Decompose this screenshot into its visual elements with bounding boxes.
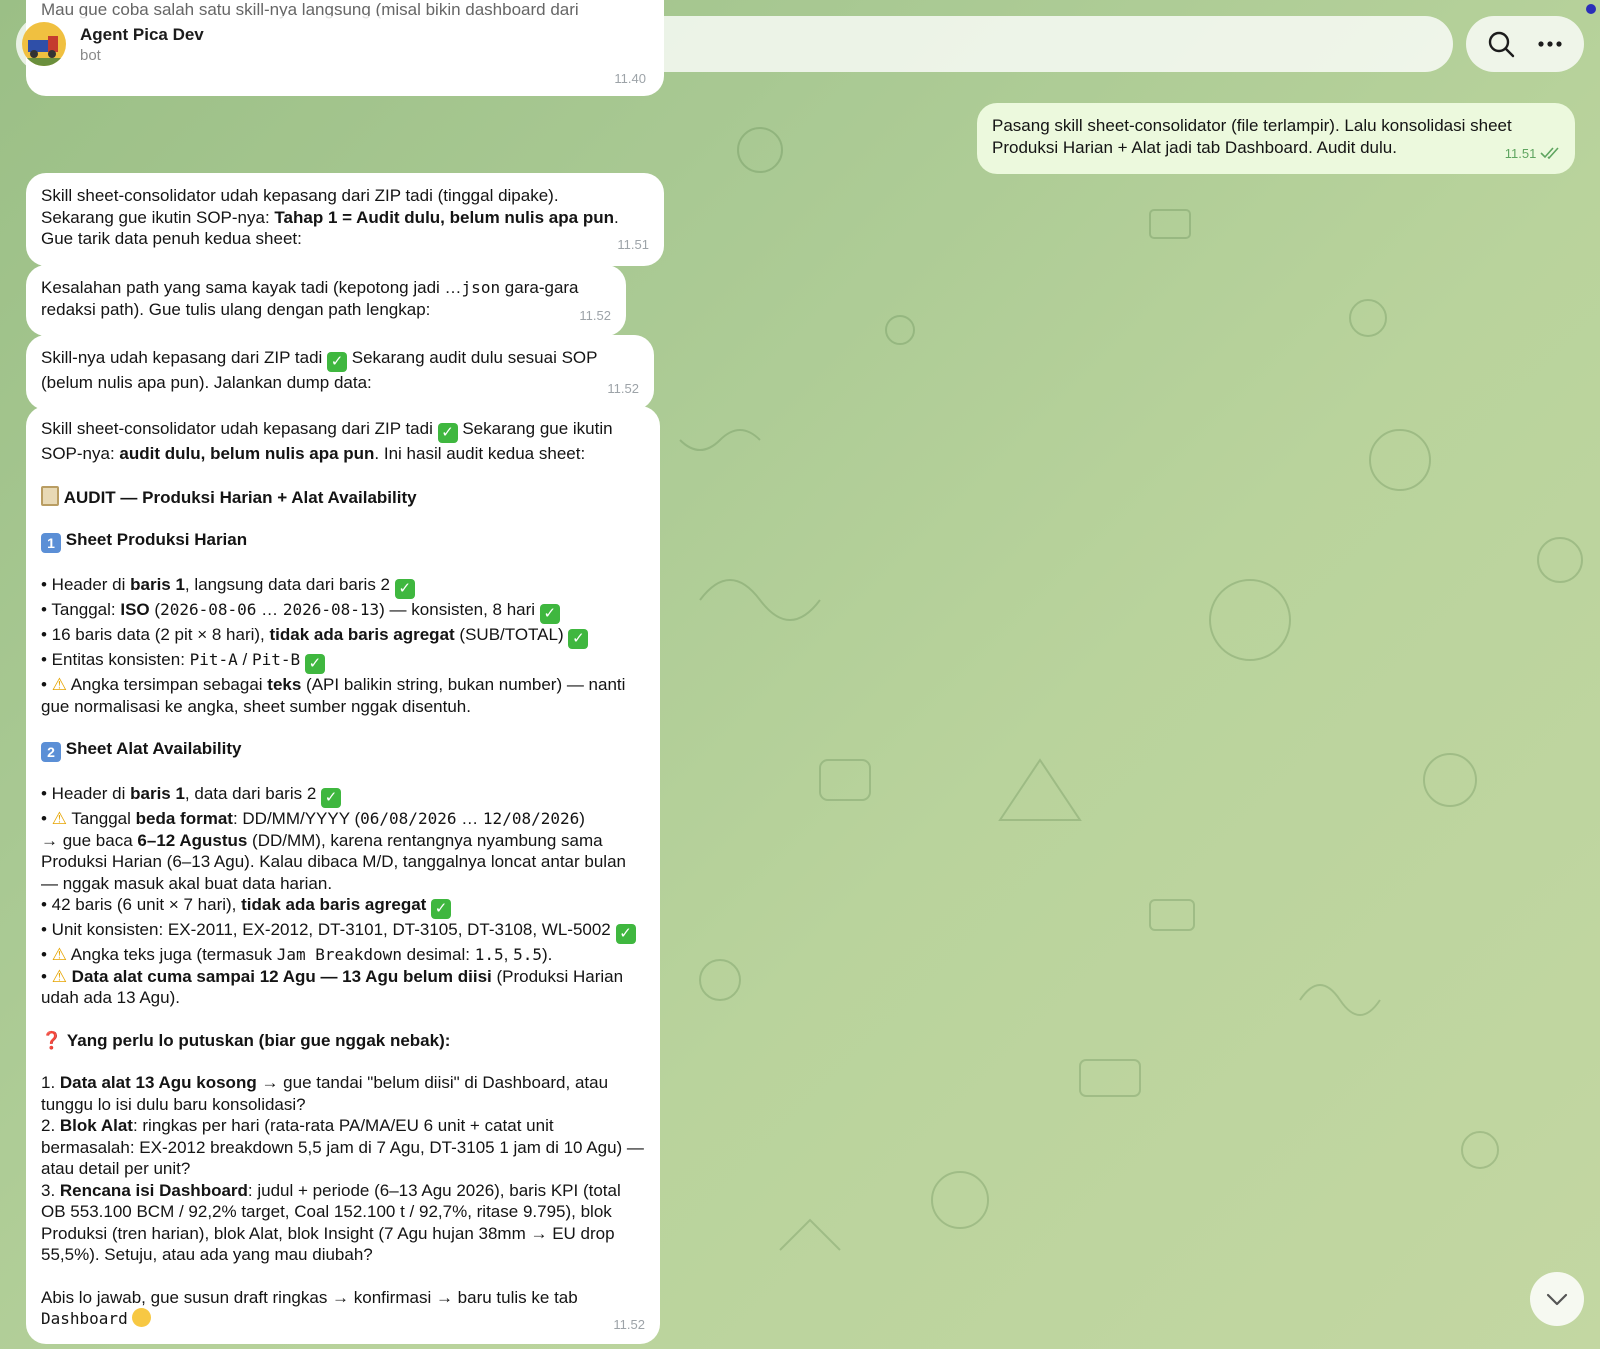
list-item: • Unit konsisten: EX-2011, EX-2012, DT-3… [41,919,645,944]
list-item: • ⚠ Angka teks juga (termasuk Jam Breakd… [41,945,553,964]
chat-subtitle: bot [80,46,101,64]
message-line: Sekarang gue ikutin SOP-nya: Tahap 1 = A… [41,207,619,227]
question-heading: ❓ Yang perlu lo putuskan (biar gue nggak… [41,1030,451,1050]
question-icon: ❓ [41,1030,63,1050]
message-time: 11.52 [613,1317,645,1332]
list-item: 3. Rencana isi Dashboard: judul + period… [41,1180,621,1265]
more-icon [1537,41,1562,47]
message-time: 11.52 [579,307,611,323]
smile-icon [132,1308,152,1327]
list-item: • Tanggal: ISO (2026-08-06 … 2026-08-13)… [41,599,645,624]
incoming-message-bubble[interactable]: Skill sheet-consolidator udah kepasang d… [26,173,664,266]
double-check-icon [1540,146,1559,159]
header-actions [1466,16,1584,72]
list-item: • Entitas konsisten: Pit-A / Pit-B ✓ [41,649,645,674]
check-icon: ✓ [394,579,415,599]
message-time: 11.51 [617,237,649,252]
bot-avatar-icon [22,36,66,66]
audit-title: AUDIT — Produksi Harian + Alat Availabil… [41,485,645,509]
list-item: 1. Data alat 13 Agu kosong → gue tandai … [41,1073,609,1114]
chat-header[interactable]: Agent Pica Dev bot [16,16,1453,72]
more-button[interactable] [1532,26,1568,62]
check-icon: ✓ [615,924,636,944]
message-time: 11.51 [1505,143,1560,165]
audit-intro: Skill sheet-consolidator udah kepasang d… [41,419,613,463]
list-item: → gue baca 6–12 Agustus (DD/MM), karena … [41,830,626,893]
list-item: 2. Blok Alat: ringkas per hari (rata-rat… [41,1116,644,1178]
outgoing-message-text: Pasang skill sheet-consolidator (file te… [992,116,1512,157]
number-two-icon: 2 [41,742,61,762]
message-line: Skill sheet-consolidator udah kepasang d… [41,186,559,205]
chevron-down-icon [1546,1293,1568,1306]
message-time: 11.52 [607,381,639,396]
warning-icon: ⚠ [51,945,67,964]
list-item: • ⚠ Tanggal beda format: DD/MM/YYYY (06/… [41,809,585,828]
check-icon: ✓ [327,352,348,372]
number-one-icon: 1 [41,533,61,553]
list-item: • 16 baris data (2 pit × 8 hari), tidak … [41,624,645,649]
audit-outro: Abis lo jawab, gue susun draft ringkas →… [41,1287,645,1333]
list-item: • ⚠ Data alat cuma sampai 12 Agu — 13 Ag… [41,966,624,1008]
scroll-to-bottom-button[interactable] [1530,1272,1584,1326]
warning-icon: ⚠ [51,809,67,828]
check-icon: ✓ [539,604,560,624]
clipboard-icon [41,485,59,506]
message-text: Kesalahan path yang sama kayak tadi (kep… [41,278,462,297]
list-item: • Header di baris 1, data dari baris 2 ✓ [41,783,645,808]
audit-message-bubble[interactable]: Skill sheet-consolidator udah kepasang d… [26,406,660,1344]
incoming-message-bubble[interactable]: Kesalahan path yang sama kayak tadi (kep… [26,265,626,336]
outgoing-message-bubble[interactable]: Pasang skill sheet-consolidator (file te… [977,103,1575,174]
avatar[interactable] [22,22,66,66]
check-icon: ✓ [437,423,458,443]
check-icon: ✓ [321,788,341,808]
check-icon: ✓ [568,629,589,649]
section-heading: 2 Sheet Alat Availability [41,738,645,762]
list-item: • ⚠ Angka tersimpan sebagai teks (API ba… [41,675,626,716]
warning-icon: ⚠ [51,675,67,694]
search-button[interactable] [1483,26,1519,62]
message-line: Gue tarik data penuh kedua sheet: 11.51 [41,228,649,252]
chat-title: Agent Pica Dev [80,24,204,44]
warning-icon: ⚠ [51,966,67,986]
list-item: • 42 baris (6 unit × 7 hari), tidak ada … [41,894,645,919]
list-item: • Header di baris 1, langsung data dari … [41,574,645,599]
check-icon: ✓ [431,899,452,919]
message-time: 11.40 [614,71,646,86]
section-heading: 1 Sheet Produksi Harian [41,529,645,553]
search-icon [1488,31,1514,58]
incoming-message-bubble[interactable]: Skill-nya udah kepasang dari ZIP tadi ✓ … [26,335,654,410]
message-text: Skill-nya udah kepasang dari ZIP tadi [41,348,328,367]
code-text: json [461,278,501,297]
status-dot [1586,4,1596,14]
check-icon: ✓ [304,654,325,674]
